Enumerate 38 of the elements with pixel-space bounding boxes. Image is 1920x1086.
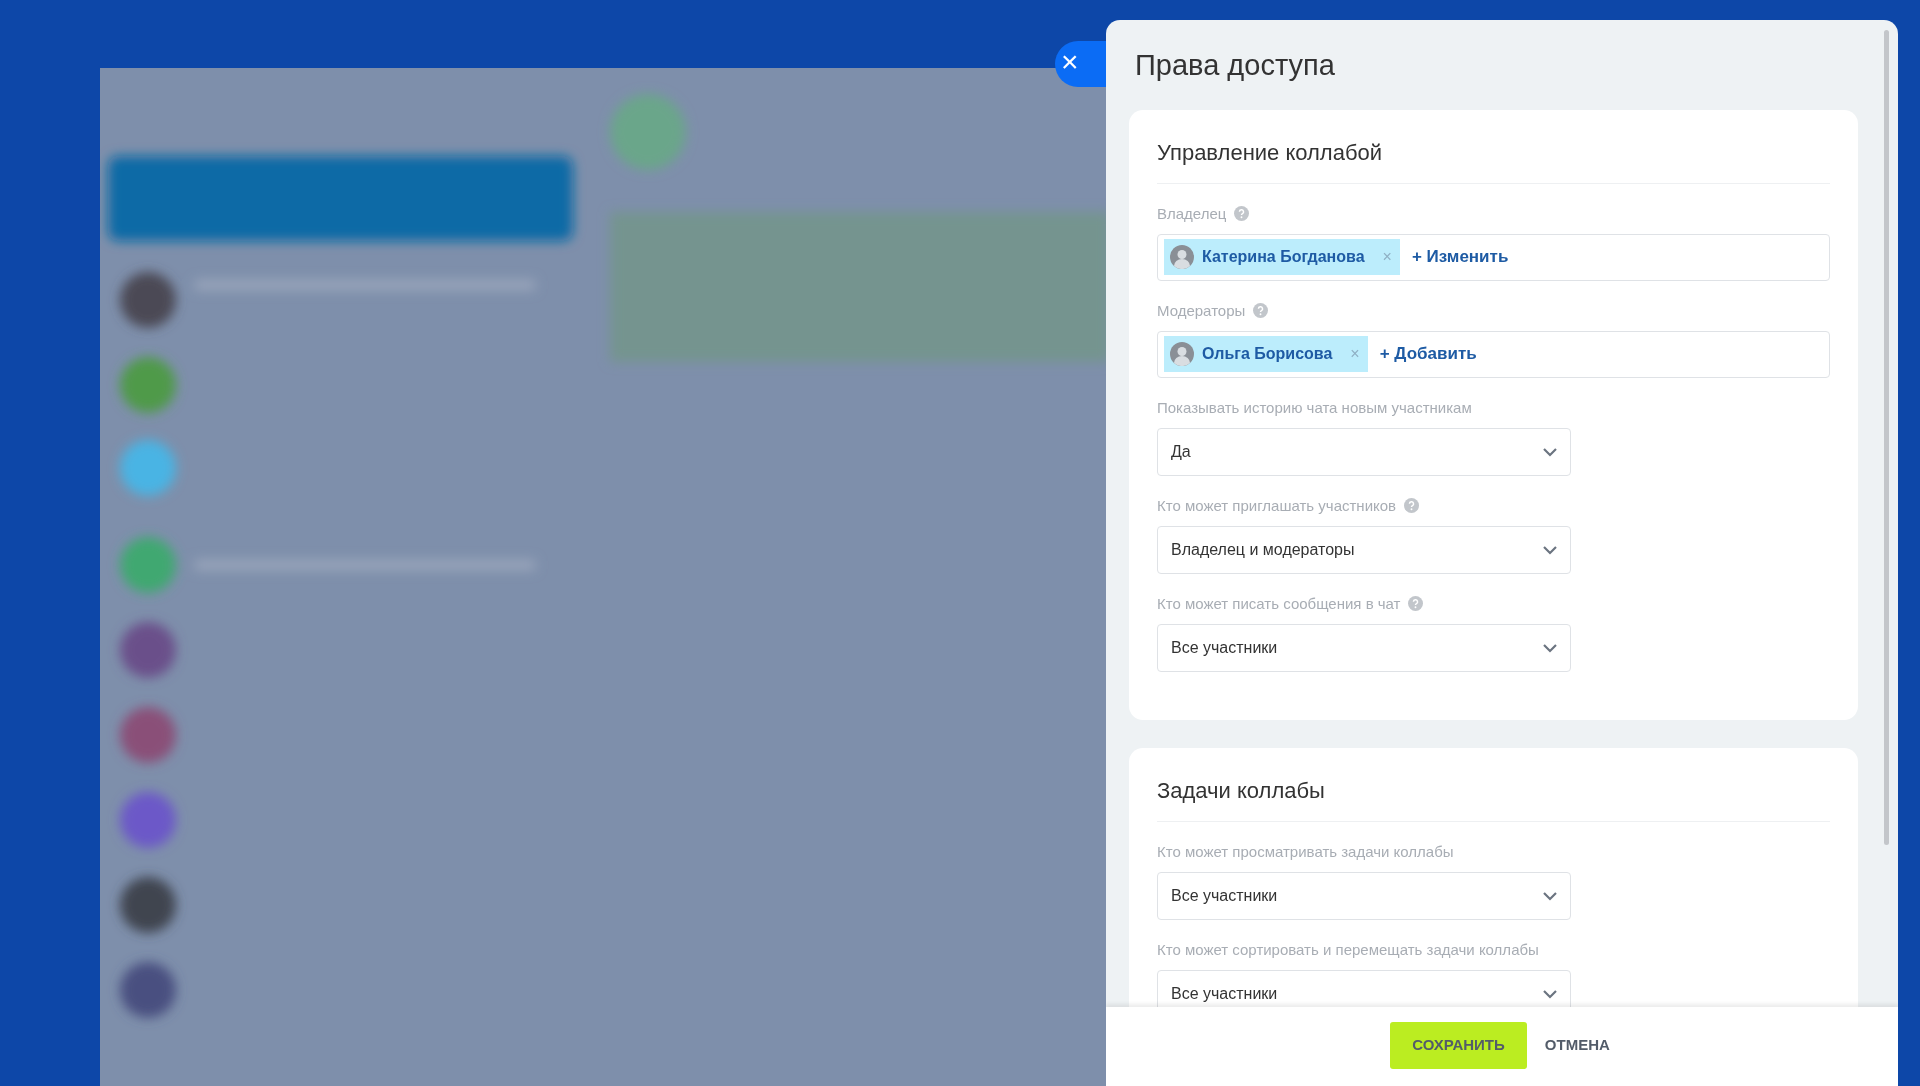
field-label: Кто может писать сообщения в чат: [1157, 594, 1401, 612]
help-icon[interactable]: [1234, 205, 1250, 221]
field-label: Показывать историю чата новым участникам: [1157, 398, 1472, 416]
chevron-down-icon: [1542, 890, 1558, 901]
close-button[interactable]: ×: [1055, 41, 1106, 87]
panel-title: Права доступа: [1135, 48, 1336, 83]
select-field[interactable]: Все участники: [1157, 871, 1571, 920]
field-label: Владелец: [1157, 204, 1227, 222]
chevron-down-icon: [1542, 642, 1558, 653]
person-name: Ольга Борисова: [1202, 344, 1333, 364]
people-field[interactable]: Ольга Борисова × + Добавить: [1157, 330, 1830, 378]
help-icon[interactable]: [1408, 595, 1424, 611]
save-button[interactable]: СОХРАНИТЬ: [1390, 1022, 1527, 1069]
person-name: Катерина Богданова: [1202, 247, 1365, 267]
field-label: Модераторы: [1157, 301, 1246, 319]
select-field[interactable]: Да: [1157, 427, 1571, 476]
people-field[interactable]: Катерина Богданова × + Изменить: [1157, 233, 1830, 281]
avatar-icon: [1170, 342, 1194, 366]
section-title: Управление коллабой: [1157, 135, 1830, 184]
select-field[interactable]: Все участники: [1157, 623, 1571, 672]
add-link[interactable]: + Изменить: [1411, 244, 1509, 270]
chevron-down-icon: [1542, 988, 1558, 999]
add-link[interactable]: + Добавить: [1379, 341, 1477, 367]
select-field[interactable]: Все участники: [1157, 969, 1571, 1007]
chevron-down-icon: [1542, 544, 1558, 555]
person-tag[interactable]: Ольга Борисова ×: [1164, 336, 1368, 372]
cancel-button[interactable]: ОТМЕНА: [1540, 1034, 1614, 1057]
field-label: Кто может просматривать задачи коллабы: [1157, 842, 1454, 860]
avatar-icon: [1170, 245, 1194, 269]
select-field[interactable]: Владелец и модераторы: [1157, 525, 1571, 574]
help-icon[interactable]: [1253, 302, 1269, 318]
section-title: Задачи коллабы: [1157, 773, 1830, 822]
person-tag[interactable]: Катерина Богданова ×: [1164, 239, 1400, 275]
help-icon[interactable]: [1404, 497, 1420, 513]
field-label: Кто может сортировать и перемещать задачи коллабы: [1157, 940, 1539, 958]
chevron-down-icon: [1542, 446, 1558, 457]
field-label: Кто может приглашать участников: [1157, 496, 1397, 514]
scrollbar[interactable]: [1884, 30, 1889, 845]
